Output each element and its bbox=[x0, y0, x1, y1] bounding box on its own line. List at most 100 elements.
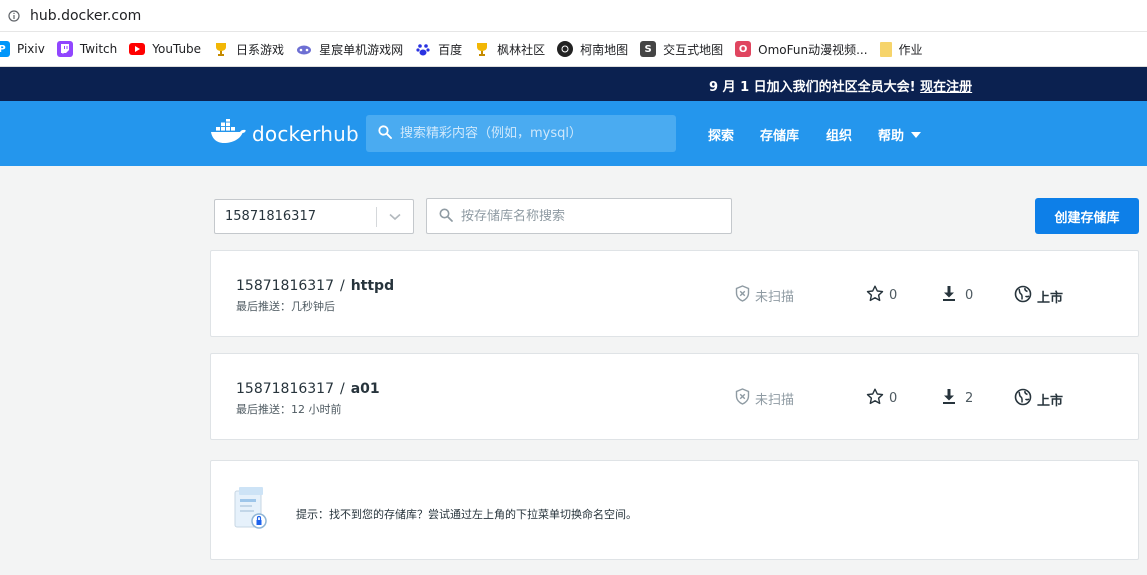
namespace-value: 15871816317 bbox=[225, 209, 316, 224]
repo-title[interactable]: 15871816317 / a01 bbox=[236, 381, 380, 397]
bookmark-label: 日系游戏 bbox=[236, 42, 285, 57]
create-repository-button[interactable]: 创建存储库 bbox=[1035, 198, 1139, 234]
trophy-icon bbox=[213, 41, 229, 57]
star-icon bbox=[866, 285, 884, 306]
bookmark-twitch[interactable]: Twitch bbox=[56, 37, 118, 61]
scan-status: 未扫描 bbox=[735, 285, 794, 306]
register-link[interactable]: 现在注册 bbox=[920, 80, 972, 95]
visibility-label: 上市 bbox=[1037, 290, 1064, 306]
search-icon bbox=[439, 207, 453, 226]
star-count-value: 0 bbox=[889, 391, 898, 406]
bookmark-label: 枫林社区 bbox=[497, 42, 546, 57]
repo-name: httpd bbox=[350, 278, 395, 294]
shield-x-icon bbox=[735, 285, 750, 306]
scan-status-label: 未扫描 bbox=[755, 393, 795, 408]
visibility-label: 上市 bbox=[1037, 393, 1064, 409]
bookmark-conan-map[interactable]: 柯南地图 bbox=[557, 37, 628, 61]
pull-count-value: 0 bbox=[965, 287, 974, 303]
top-header: dockerhub 探索 存储库 组织 帮助 bbox=[0, 101, 1147, 166]
repo-search-input[interactable] bbox=[461, 208, 711, 224]
download-icon bbox=[942, 388, 956, 408]
repo-separator: / bbox=[339, 278, 345, 294]
bookmark-label: 百度 bbox=[438, 42, 463, 57]
youtube-icon bbox=[129, 43, 146, 55]
announcement-banner: 9 月 1 日加入我们的社区全员大会! 现在注册 bbox=[0, 67, 1147, 101]
star-count: 0 bbox=[866, 285, 897, 306]
bookmark-label: Twitch bbox=[79, 42, 118, 56]
repo-separator: / bbox=[339, 381, 345, 397]
logo-wordmark: dockerhub bbox=[252, 122, 359, 146]
docker-whale-icon bbox=[210, 118, 248, 149]
tip-text: 提示：找不到您的存储库？尝试通过左上角的下拉菜单切换命名空间。 bbox=[296, 508, 637, 521]
bookmark-label: Pixiv bbox=[17, 42, 45, 56]
repository-illustration-icon bbox=[233, 485, 269, 539]
shield-x-icon bbox=[735, 388, 750, 409]
visibility-status: 上市 bbox=[1014, 285, 1063, 307]
bookmark-youtube[interactable]: YouTube bbox=[129, 37, 201, 61]
repo-name: a01 bbox=[350, 381, 380, 397]
bookmark-label: 交互式地图 bbox=[663, 42, 724, 57]
bookmark-omofun[interactable]: O OmoFun动漫视频... bbox=[735, 37, 868, 61]
baidu-paw-icon bbox=[415, 41, 431, 57]
global-search-input[interactable] bbox=[400, 126, 660, 141]
gamepad-icon bbox=[296, 41, 312, 57]
globe-icon bbox=[1014, 285, 1032, 307]
pull-count-value: 2 bbox=[965, 390, 974, 406]
omofun-icon: O bbox=[735, 41, 752, 57]
scan-status: 未扫描 bbox=[735, 388, 794, 409]
repository-card[interactable]: 15871816317 / httpd 最后推送：几秒钟后 未扫描 0 0 上市 bbox=[210, 250, 1139, 337]
repo-title[interactable]: 15871816317 / httpd bbox=[236, 278, 394, 294]
repo-last-push: 最后推送：12 小时前 bbox=[236, 403, 342, 416]
pull-count: 0 bbox=[942, 285, 973, 305]
logo-hub-text: hub bbox=[320, 122, 359, 146]
bookmark-japanese-games[interactable]: 日系游戏 bbox=[213, 37, 284, 61]
globe-icon bbox=[1014, 388, 1032, 410]
search-icon bbox=[378, 124, 392, 143]
bookmark-label: 星宸单机游戏网 bbox=[319, 42, 404, 57]
bookmark-baidu[interactable]: 百度 bbox=[415, 37, 462, 61]
url-text[interactable]: hub.docker.com bbox=[30, 8, 141, 24]
star-count: 0 bbox=[866, 388, 897, 409]
nav-help-label: 帮助 bbox=[878, 129, 905, 144]
star-icon bbox=[866, 388, 884, 409]
bookmark-label: YouTube bbox=[152, 42, 202, 56]
caret-down-icon bbox=[911, 131, 922, 138]
global-search-box[interactable] bbox=[366, 115, 676, 152]
bookmark-label: 作业 bbox=[898, 42, 923, 57]
nav-help[interactable]: 帮助 bbox=[878, 125, 922, 144]
repo-last-push: 最后推送：几秒钟后 bbox=[236, 300, 335, 313]
twitch-icon bbox=[56, 41, 73, 57]
bookmark-xingchen-games[interactable]: 星宸单机游戏网 bbox=[296, 37, 403, 61]
chevron-down-icon[interactable] bbox=[377, 213, 413, 221]
docker-hub-logo[interactable]: dockerhub bbox=[210, 118, 359, 149]
circle-logo-icon bbox=[557, 41, 574, 57]
scan-status-label: 未扫描 bbox=[755, 290, 795, 305]
download-icon bbox=[942, 285, 956, 305]
tip-card: 提示：找不到您的存储库？尝试通过左上角的下拉菜单切换命名空间。 bbox=[210, 460, 1139, 560]
namespace-select[interactable]: 15871816317 bbox=[214, 199, 414, 234]
bookmark-label: 柯南地图 bbox=[580, 42, 629, 57]
logo-docker-text: docker bbox=[252, 122, 321, 146]
repository-card[interactable]: 15871816317 / a01 最后推送：12 小时前 未扫描 0 2 上市 bbox=[210, 353, 1139, 440]
bookmark-interactive-map[interactable]: S 交互式地图 bbox=[640, 37, 723, 61]
folder-icon bbox=[879, 41, 892, 57]
browser-address-bar[interactable]: hub.docker.com bbox=[0, 0, 1147, 32]
info-icon[interactable] bbox=[8, 9, 20, 22]
nav-repositories[interactable]: 存储库 bbox=[760, 125, 799, 144]
banner-text: 9 月 1 日加入我们的社区全员大会! bbox=[709, 80, 916, 95]
bookmark-homework[interactable]: 作业 bbox=[879, 37, 923, 61]
repo-namespace: 15871816317 bbox=[236, 278, 334, 294]
nav-explore[interactable]: 探索 bbox=[708, 125, 734, 144]
repo-namespace: 15871816317 bbox=[236, 381, 334, 397]
pull-count: 2 bbox=[942, 388, 973, 408]
repo-search-box[interactable] bbox=[426, 198, 732, 234]
bookmark-pixiv[interactable]: P Pixiv bbox=[0, 37, 45, 61]
nav-organizations[interactable]: 组织 bbox=[826, 125, 852, 144]
visibility-status: 上市 bbox=[1014, 388, 1063, 410]
star-count-value: 0 bbox=[889, 288, 898, 303]
s-logo-icon: S bbox=[640, 41, 657, 57]
banner-text-wrap: 9 月 1 日加入我们的社区全员大会! 现在注册 bbox=[709, 76, 972, 95]
pixiv-icon: P bbox=[0, 41, 10, 57]
bookmark-fenglin[interactable]: 枫林社区 bbox=[474, 37, 545, 61]
trophy-icon bbox=[474, 41, 490, 57]
